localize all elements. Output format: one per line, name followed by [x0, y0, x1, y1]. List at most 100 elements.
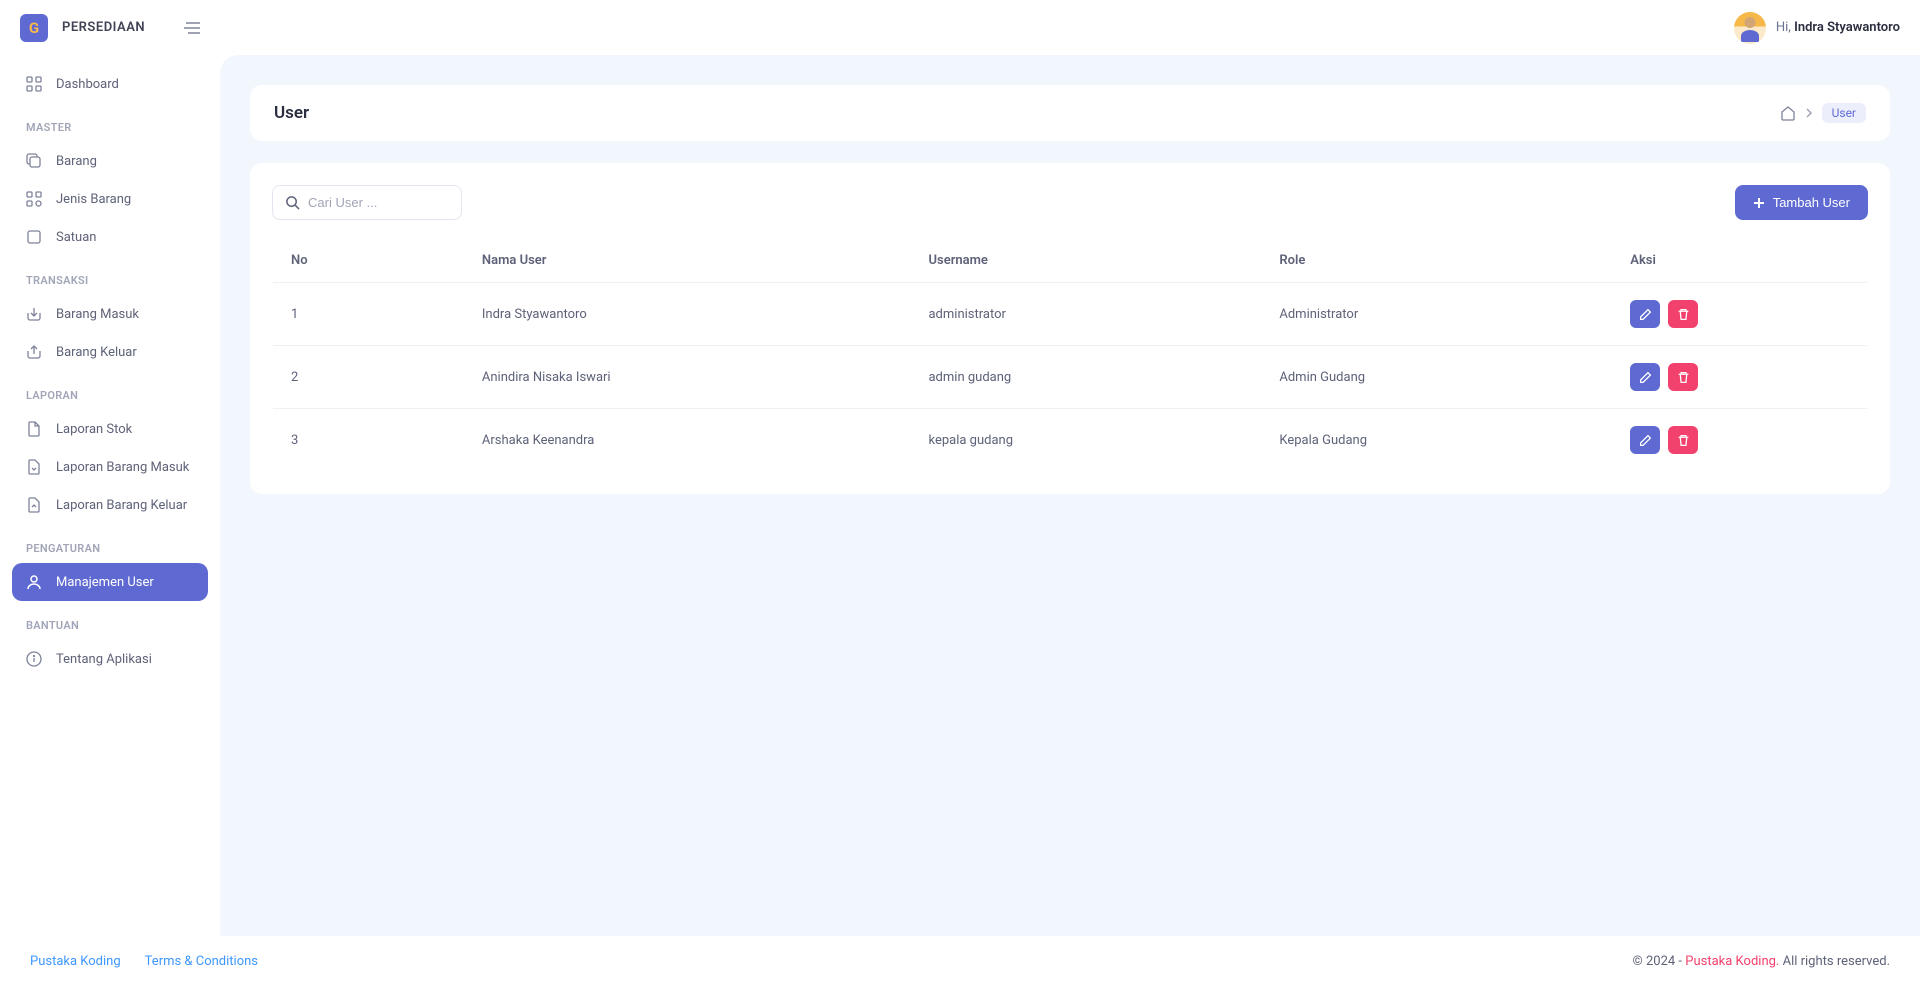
- page-header: User User: [250, 85, 1890, 141]
- user-icon: [26, 574, 42, 590]
- logo[interactable]: G: [20, 14, 48, 42]
- greeting: Hi, Indra Styawantoro: [1776, 20, 1900, 35]
- cell-role: Kepala Gudang: [1261, 409, 1612, 472]
- user-card: Tambah User No Nama User Username Role A…: [250, 163, 1890, 494]
- copyright-suffix: All rights reserved.: [1779, 954, 1890, 969]
- trash-icon: [1677, 308, 1690, 321]
- trash-icon: [1677, 371, 1690, 384]
- delete-button[interactable]: [1668, 363, 1698, 391]
- sidebar-item-jenis-barang[interactable]: Jenis Barang: [12, 180, 208, 218]
- delete-button[interactable]: [1668, 300, 1698, 328]
- sidebar-item-barang[interactable]: Barang: [12, 142, 208, 180]
- sidebar-item-label: Jenis Barang: [56, 192, 131, 207]
- sidebar-item-barang-keluar[interactable]: Barang Keluar: [12, 333, 208, 371]
- footer-link-pustaka[interactable]: Pustaka Koding: [30, 954, 121, 969]
- home-icon[interactable]: [1780, 105, 1796, 121]
- table-row: 1 Indra Styawantoro administrator Admini…: [273, 283, 1868, 346]
- sidebar-item-label: Laporan Barang Keluar: [56, 498, 187, 513]
- sidebar-item-label: Laporan Barang Masuk: [56, 460, 189, 475]
- cell-role: Admin Gudang: [1261, 346, 1612, 409]
- user-table: No Nama User Username Role Aksi 1 Indra …: [272, 238, 1868, 472]
- search-box[interactable]: [272, 185, 462, 220]
- sidebar-item-label: Barang: [56, 154, 97, 169]
- trash-icon: [1677, 434, 1690, 447]
- sidebar-item-laporan-stok[interactable]: Laporan Stok: [12, 410, 208, 448]
- cell-username: kepala gudang: [910, 409, 1261, 472]
- delete-button[interactable]: [1668, 426, 1698, 454]
- copyright-brand[interactable]: Pustaka Koding.: [1685, 954, 1779, 969]
- breadcrumb: User: [1780, 103, 1866, 123]
- footer-copyright: © 2024 - Pustaka Koding. All rights rese…: [1633, 954, 1890, 969]
- plus-icon: [1753, 197, 1765, 209]
- sidebar-item-label: Manajemen User: [56, 575, 154, 590]
- cell-no: 3: [273, 409, 464, 472]
- search-icon: [285, 195, 300, 210]
- dashboard-icon: [26, 76, 42, 92]
- file-in-icon: [26, 459, 42, 475]
- sidebar-item-tentang-aplikasi[interactable]: Tentang Aplikasi: [12, 640, 208, 678]
- copy-icon: [26, 153, 42, 169]
- edit-icon: [1639, 434, 1652, 447]
- th-role: Role: [1261, 239, 1612, 283]
- edit-button[interactable]: [1630, 363, 1660, 391]
- greeting-name: Indra Styawantoro: [1794, 20, 1900, 35]
- main-content: User User: [220, 55, 1920, 936]
- cell-nama: Indra Styawantoro: [464, 283, 911, 346]
- sidebar-toggle[interactable]: [183, 21, 201, 35]
- th-aksi: Aksi: [1612, 239, 1867, 283]
- edit-button[interactable]: [1630, 300, 1660, 328]
- sidebar-item-label: Barang Keluar: [56, 345, 137, 360]
- th-no: No: [273, 239, 464, 283]
- cell-username: admin gudang: [910, 346, 1261, 409]
- category-icon: [26, 191, 42, 207]
- cell-no: 2: [273, 346, 464, 409]
- sidebar-item-satuan[interactable]: Satuan: [12, 218, 208, 256]
- sidebar-section-bantuan: BANTUAN: [12, 601, 208, 640]
- copyright-prefix: © 2024 -: [1633, 954, 1686, 969]
- sidebar-section-transaksi: TRANSAKSI: [12, 256, 208, 295]
- sidebar: Dashboard MASTER Barang Jenis Barang: [0, 55, 220, 936]
- sidebar-item-label: Barang Masuk: [56, 307, 139, 322]
- cell-nama: Anindira Nisaka Iswari: [464, 346, 911, 409]
- sidebar-item-laporan-barang-masuk[interactable]: Laporan Barang Masuk: [12, 448, 208, 486]
- edit-icon: [1639, 308, 1652, 321]
- sidebar-item-dashboard[interactable]: Dashboard: [12, 65, 208, 103]
- info-icon: [26, 651, 42, 667]
- cell-nama: Arshaka Keenandra: [464, 409, 911, 472]
- sidebar-item-label: Tentang Aplikasi: [56, 652, 152, 667]
- menu-icon: [183, 21, 201, 35]
- avatar: [1734, 12, 1766, 44]
- breadcrumb-current: User: [1822, 103, 1866, 123]
- cell-username: administrator: [910, 283, 1261, 346]
- cell-role: Administrator: [1261, 283, 1612, 346]
- sidebar-item-label: Dashboard: [56, 77, 119, 92]
- file-icon: [26, 421, 42, 437]
- sidebar-section-pengaturan: PENGATURAN: [12, 524, 208, 563]
- table-row: 3 Arshaka Keenandra kepala gudang Kepala…: [273, 409, 1868, 472]
- edit-button[interactable]: [1630, 426, 1660, 454]
- sidebar-section-master: MASTER: [12, 103, 208, 142]
- brand-name: PERSEDIAAN: [62, 20, 145, 35]
- edit-icon: [1639, 371, 1652, 384]
- sidebar-item-laporan-barang-keluar[interactable]: Laporan Barang Keluar: [12, 486, 208, 524]
- cell-no: 1: [273, 283, 464, 346]
- table-row: 2 Anindira Nisaka Iswari admin gudang Ad…: [273, 346, 1868, 409]
- chevron-right-icon: [1804, 108, 1814, 118]
- sidebar-item-manajemen-user[interactable]: Manajemen User: [12, 563, 208, 601]
- sidebar-item-label: Satuan: [56, 230, 96, 245]
- inbox-in-icon: [26, 306, 42, 322]
- sidebar-item-barang-masuk[interactable]: Barang Masuk: [12, 295, 208, 333]
- sidebar-item-label: Laporan Stok: [56, 422, 132, 437]
- page-title: User: [274, 103, 309, 123]
- user-menu[interactable]: Hi, Indra Styawantoro: [1734, 12, 1900, 44]
- add-user-button[interactable]: Tambah User: [1735, 185, 1868, 220]
- search-input[interactable]: [308, 195, 449, 210]
- greeting-hi: Hi,: [1776, 20, 1794, 35]
- th-username: Username: [910, 239, 1261, 283]
- header: G PERSEDIAAN Hi, Indra Styawantoro: [0, 0, 1920, 55]
- footer-link-terms[interactable]: Terms & Conditions: [145, 954, 258, 969]
- file-out-icon: [26, 497, 42, 513]
- sidebar-section-laporan: LAPORAN: [12, 371, 208, 410]
- inbox-out-icon: [26, 344, 42, 360]
- footer: Pustaka Koding Terms & Conditions © 2024…: [0, 936, 1920, 987]
